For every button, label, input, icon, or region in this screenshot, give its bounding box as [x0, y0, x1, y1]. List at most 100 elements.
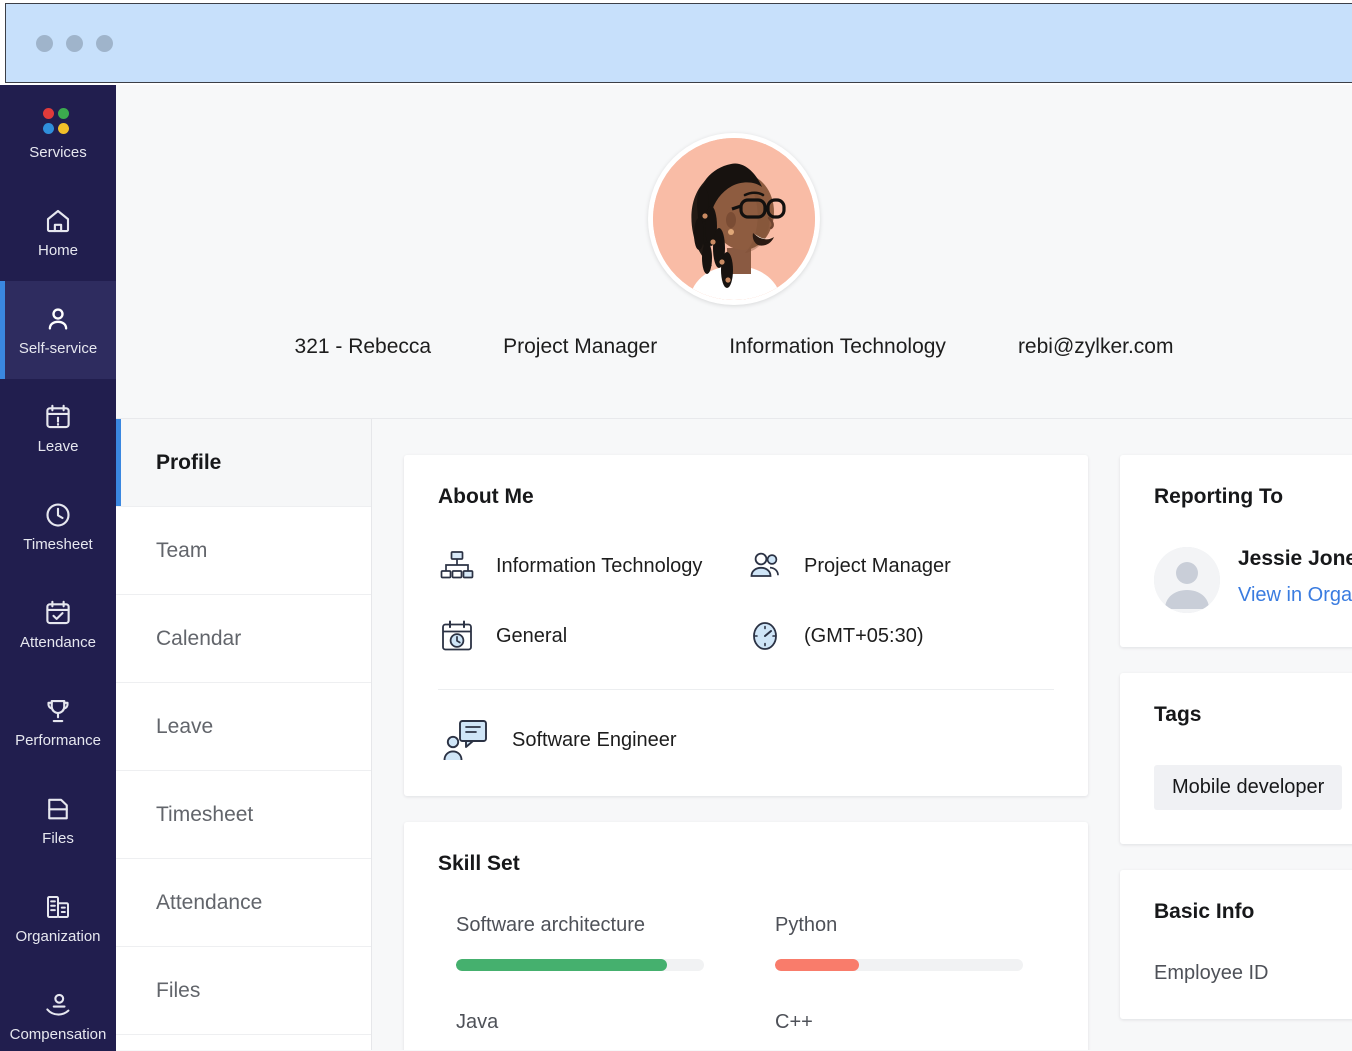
- tab-calendar-label: Calendar: [156, 626, 242, 650]
- profile-email: rebi@zylker.com: [1017, 335, 1174, 358]
- skill-progress-fill: [775, 959, 860, 971]
- window-controls: [36, 34, 113, 52]
- manager-name: Jessie Jones: [1238, 547, 1352, 570]
- about-row-role: Software Engineer: [438, 718, 1054, 762]
- about-row-designation: Project Manager: [746, 547, 1054, 585]
- tab-team[interactable]: Team: [116, 507, 371, 595]
- window-titlebar: [5, 3, 1352, 83]
- calendar-clock-icon: [438, 617, 476, 655]
- basic-info-title: Basic Info: [1154, 900, 1255, 923]
- tab-files[interactable]: Files: [116, 947, 371, 1035]
- user-icon: [43, 304, 73, 334]
- sidebar-item-services[interactable]: Services: [0, 85, 116, 183]
- profile-department: Information Technology: [729, 335, 946, 358]
- about-value-timezone: (GMT+05:30): [804, 624, 924, 647]
- basic-info-field-label: Employee ID: [1154, 962, 1269, 984]
- building-icon: [43, 892, 73, 922]
- sidebar-item-files[interactable]: Files: [0, 771, 116, 869]
- profile-employee-id-name: 321 - Rebecca: [294, 335, 432, 358]
- about-me-card: About Me Information Technology Project …: [404, 455, 1088, 796]
- tab-files-label: Files: [156, 978, 201, 1002]
- sidebar-item-self-service[interactable]: Self-service: [0, 281, 116, 379]
- skill-grid: Software architecture Python Java C++: [438, 914, 1054, 1050]
- profile-header: 321 - Rebecca Project Manager Informatio…: [116, 85, 1352, 419]
- reporting-to-card: Reporting To Jessie Jones: [1120, 455, 1352, 647]
- tab-leave-label: Leave: [156, 714, 214, 738]
- tab-calendar[interactable]: Calendar: [116, 595, 371, 683]
- sidebar-label-timesheet: Timesheet: [23, 536, 93, 553]
- about-value-shift: General: [496, 624, 568, 647]
- tag-chip[interactable]: Mobile developer: [1154, 765, 1343, 810]
- org-chart-icon: [438, 547, 476, 585]
- calendar-check-icon: [43, 598, 73, 628]
- tab-attendance-label: Attendance: [156, 890, 263, 914]
- avatar-photo: [653, 138, 815, 300]
- tags-card: Tags Mobile developer: [1120, 673, 1352, 844]
- sidebar-label-files: Files: [42, 830, 74, 847]
- file-folder-icon: [43, 794, 73, 824]
- tab-profile[interactable]: Profile: [116, 419, 371, 507]
- sidebar-label-performance: Performance: [15, 732, 101, 749]
- sidebar-label-organization: Organization: [15, 928, 101, 945]
- cards-column-right: Reporting To Jessie Jones: [1120, 455, 1352, 1050]
- skill-set-title: Skill Set: [438, 852, 520, 875]
- clock-icon: [43, 500, 73, 530]
- trophy-icon: [43, 696, 73, 726]
- sidebar-item-home[interactable]: Home: [0, 183, 116, 281]
- about-me-grid: Information Technology Project Manager G…: [438, 547, 1054, 655]
- skill-item: C++: [775, 1011, 1054, 1050]
- profile-meta-row: 321 - Rebecca Project Manager Informatio…: [116, 335, 1352, 359]
- skill-item: Java: [456, 1011, 735, 1050]
- hand-user-icon: [43, 990, 73, 1020]
- home-icon: [43, 206, 73, 236]
- tab-timesheet[interactable]: Timesheet: [116, 771, 371, 859]
- sidebar-item-leave[interactable]: Leave: [0, 379, 116, 477]
- tab-timesheet-label: Timesheet: [156, 802, 254, 826]
- skill-item: Python: [775, 914, 1054, 971]
- tab-team-label: Team: [156, 538, 208, 562]
- app-window: Services Home Self-service Leave Timeshe…: [0, 0, 1352, 1051]
- skill-set-card: Skill Set Software architecture Python J…: [404, 822, 1088, 1050]
- sidebar-item-organization[interactable]: Organization: [0, 869, 116, 967]
- skill-item: Software architecture: [456, 914, 735, 971]
- sidebar-item-performance[interactable]: Performance: [0, 673, 116, 771]
- tags-title: Tags: [1154, 703, 1202, 726]
- tab-profile-label: Profile: [156, 450, 222, 474]
- tab-attendance[interactable]: Attendance: [116, 859, 371, 947]
- sidebar-label-attendance: Attendance: [20, 634, 96, 651]
- tags-list: Mobile developer: [1154, 765, 1352, 810]
- cards-column-left: About Me Information Technology Project …: [404, 455, 1088, 1050]
- user-speech-icon: [442, 718, 492, 762]
- skill-name: Python: [775, 914, 838, 936]
- skill-progress-track: [456, 959, 704, 971]
- sidebar-item-attendance[interactable]: Attendance: [0, 575, 116, 673]
- main-content: 321 - Rebecca Project Manager Informatio…: [116, 85, 1352, 1051]
- section-tab-list: Profile Team Calendar Leave Timesheet At…: [116, 419, 372, 1050]
- window-close-button[interactable]: [96, 34, 113, 52]
- sidebar-label-self-service: Self-service: [18, 340, 98, 357]
- tab-leave[interactable]: Leave: [116, 683, 371, 771]
- about-value-designation: Project Manager: [804, 554, 951, 577]
- reporting-to-person[interactable]: Jessie Jones View in Organization: [1154, 547, 1352, 613]
- skill-progress-track: [775, 959, 1023, 971]
- profile-body: Profile Team Calendar Leave Timesheet At…: [116, 419, 1352, 1050]
- manager-avatar-placeholder-icon: [1154, 547, 1220, 613]
- avatar[interactable]: [648, 133, 820, 305]
- window-minimize-button[interactable]: [36, 34, 53, 52]
- sidebar-item-timesheet[interactable]: Timesheet: [0, 477, 116, 575]
- profile-designation: Project Manager: [503, 335, 658, 358]
- sidebar-label-home: Home: [37, 242, 78, 259]
- about-row-shift: General: [438, 617, 746, 655]
- window-maximize-button[interactable]: [66, 34, 83, 52]
- people-group-icon: [746, 547, 784, 585]
- profile-cards: About Me Information Technology Project …: [372, 419, 1352, 1050]
- calendar-alert-icon: [43, 402, 73, 432]
- about-me-divider: [438, 689, 1054, 690]
- basic-info-card: Basic Info Employee ID: [1120, 870, 1352, 1019]
- view-in-organization-link[interactable]: View in Organization: [1238, 584, 1352, 607]
- primary-sidebar: Services Home Self-service Leave Timeshe…: [0, 85, 116, 1051]
- skill-name: Software architecture: [456, 914, 645, 936]
- about-value-department: Information Technology: [496, 554, 703, 577]
- sidebar-item-compensation[interactable]: Compensation: [0, 967, 116, 1051]
- sidebar-label-leave: Leave: [37, 438, 79, 455]
